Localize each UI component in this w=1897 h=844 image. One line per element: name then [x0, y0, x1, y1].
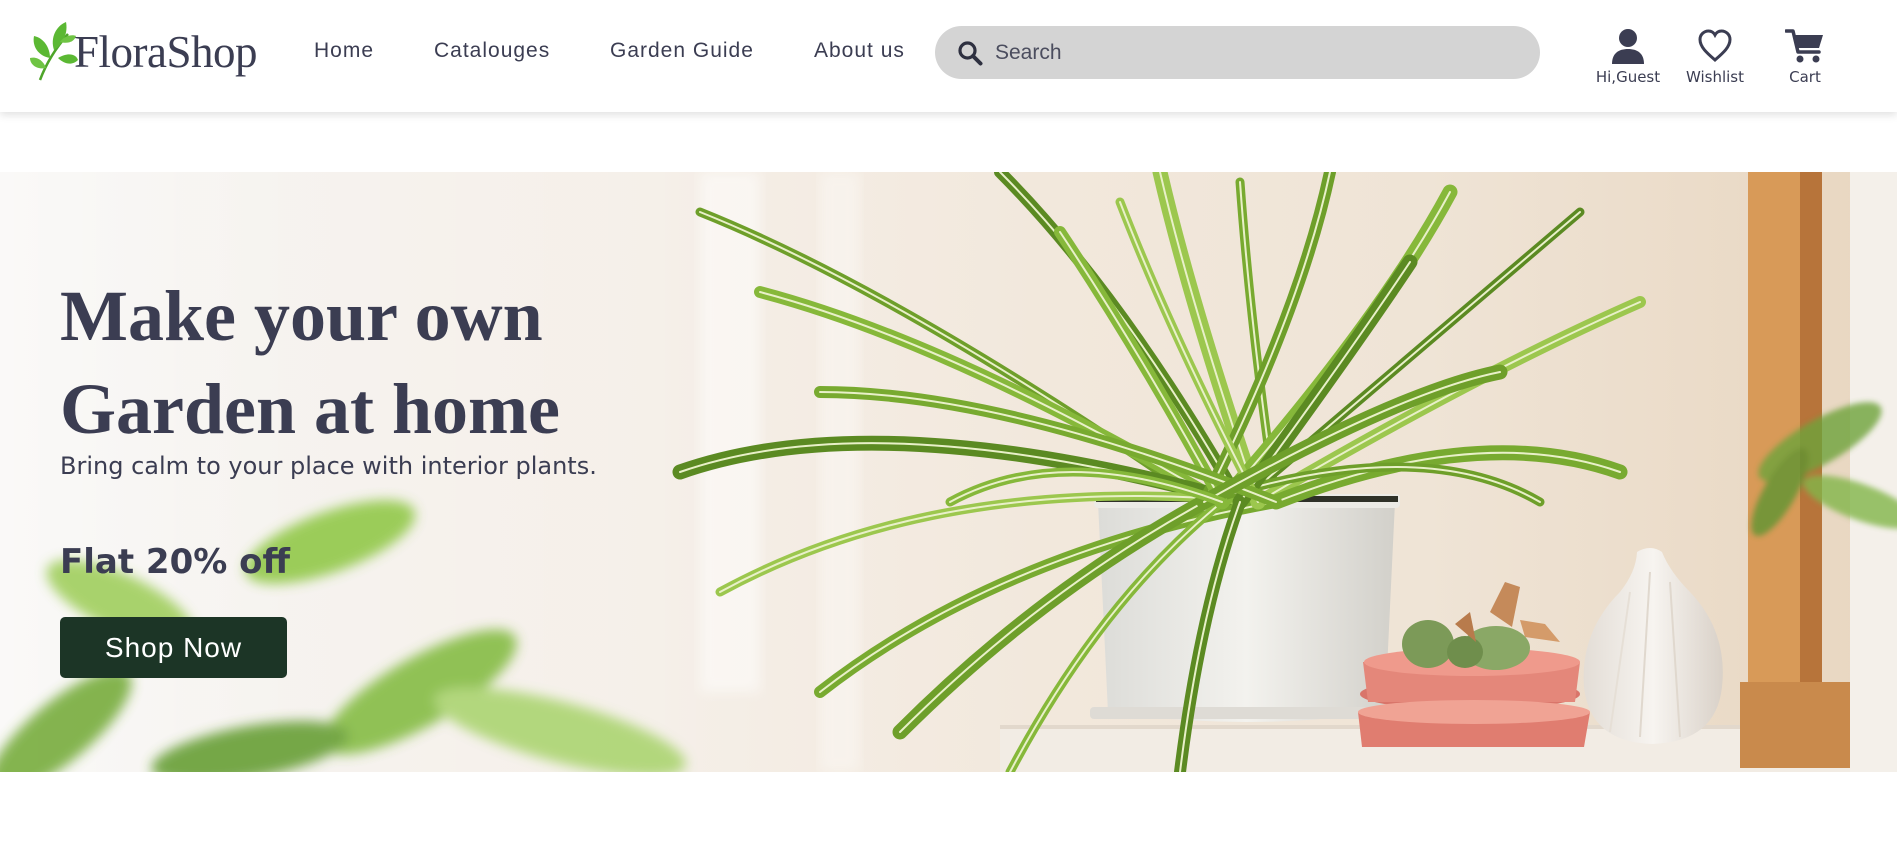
hero-banner: Make your own Garden at home Bring calm …	[0, 172, 1897, 772]
account-label: Hi,Guest	[1595, 68, 1661, 86]
nav-garden-guide[interactable]: Garden Guide	[610, 39, 754, 63]
search-icon[interactable]	[957, 40, 983, 66]
leaf-sprig-icon	[30, 22, 78, 81]
search-bar	[935, 26, 1540, 79]
site-header: FloraShop Home Catalouges Garden Guide A…	[0, 0, 1897, 112]
nav-home[interactable]: Home	[314, 39, 374, 63]
nav-catalogues[interactable]: Catalouges	[434, 39, 550, 63]
cart-icon	[1785, 29, 1823, 63]
hero-offer: Flat 20% off	[60, 542, 291, 582]
hero-title-line-2: Garden at home	[60, 369, 560, 449]
wishlist-button[interactable]: Wishlist	[1670, 28, 1760, 86]
cart-button[interactable]: Cart	[1760, 28, 1850, 86]
hero-title-line-1: Make your own	[60, 276, 543, 356]
wishlist-label: Wishlist	[1685, 68, 1745, 86]
hero-subtitle: Bring calm to your place with interior p…	[60, 452, 597, 480]
brand-name: FloraShop	[74, 27, 258, 77]
account-button[interactable]: Hi,Guest	[1583, 28, 1673, 86]
search-input[interactable]	[995, 40, 1515, 65]
heart-icon	[1698, 29, 1732, 62]
nav-about-us[interactable]: About us	[814, 39, 905, 63]
brand-logo[interactable]: FloraShop	[28, 20, 258, 84]
cart-label: Cart	[1789, 68, 1821, 86]
user-icon	[1612, 29, 1644, 64]
shop-now-button[interactable]: Shop Now	[60, 617, 287, 678]
hero-title: Make your own Garden at home	[60, 270, 680, 456]
